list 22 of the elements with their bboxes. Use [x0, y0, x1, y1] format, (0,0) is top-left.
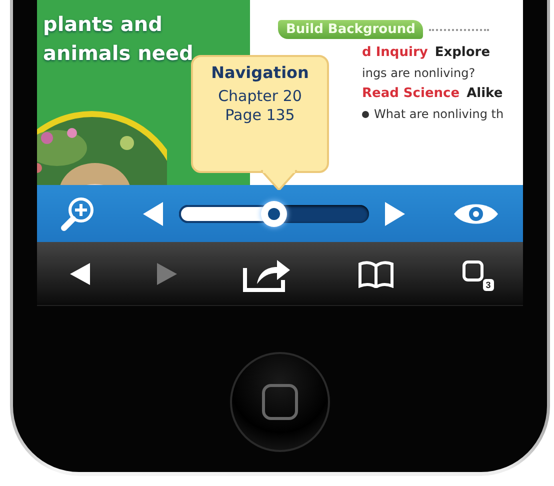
back-icon: [70, 262, 90, 284]
body-text: What are nonliving th: [374, 107, 504, 121]
bookmarks-button[interactable]: [357, 260, 396, 288]
section-label: d Inquiry: [362, 45, 428, 60]
forward-icon: [156, 262, 177, 284]
bullet-icon: [362, 110, 369, 118]
next-page-icon[interactable]: [385, 202, 405, 226]
zoom-in-icon[interactable]: [61, 196, 95, 232]
headline-text: plants and: [43, 11, 164, 38]
section-label: Read Science: [362, 86, 460, 101]
previous-page-icon[interactable]: [143, 202, 163, 226]
book-icon: [357, 260, 396, 288]
section-title: Alike: [466, 86, 503, 101]
page-slider[interactable]: [179, 200, 369, 228]
tooltip-text: Chapter 20: [218, 88, 302, 105]
headline-text: animals need: [43, 40, 194, 67]
body-text: ings are nonliving?: [362, 66, 476, 80]
back-button[interactable]: [70, 262, 90, 284]
section-title: Explore: [434, 45, 490, 60]
tooltip-title: Navigation: [211, 63, 309, 82]
tooltip-text: Page 135: [225, 107, 295, 124]
section-banner: Build Background: [278, 20, 424, 39]
